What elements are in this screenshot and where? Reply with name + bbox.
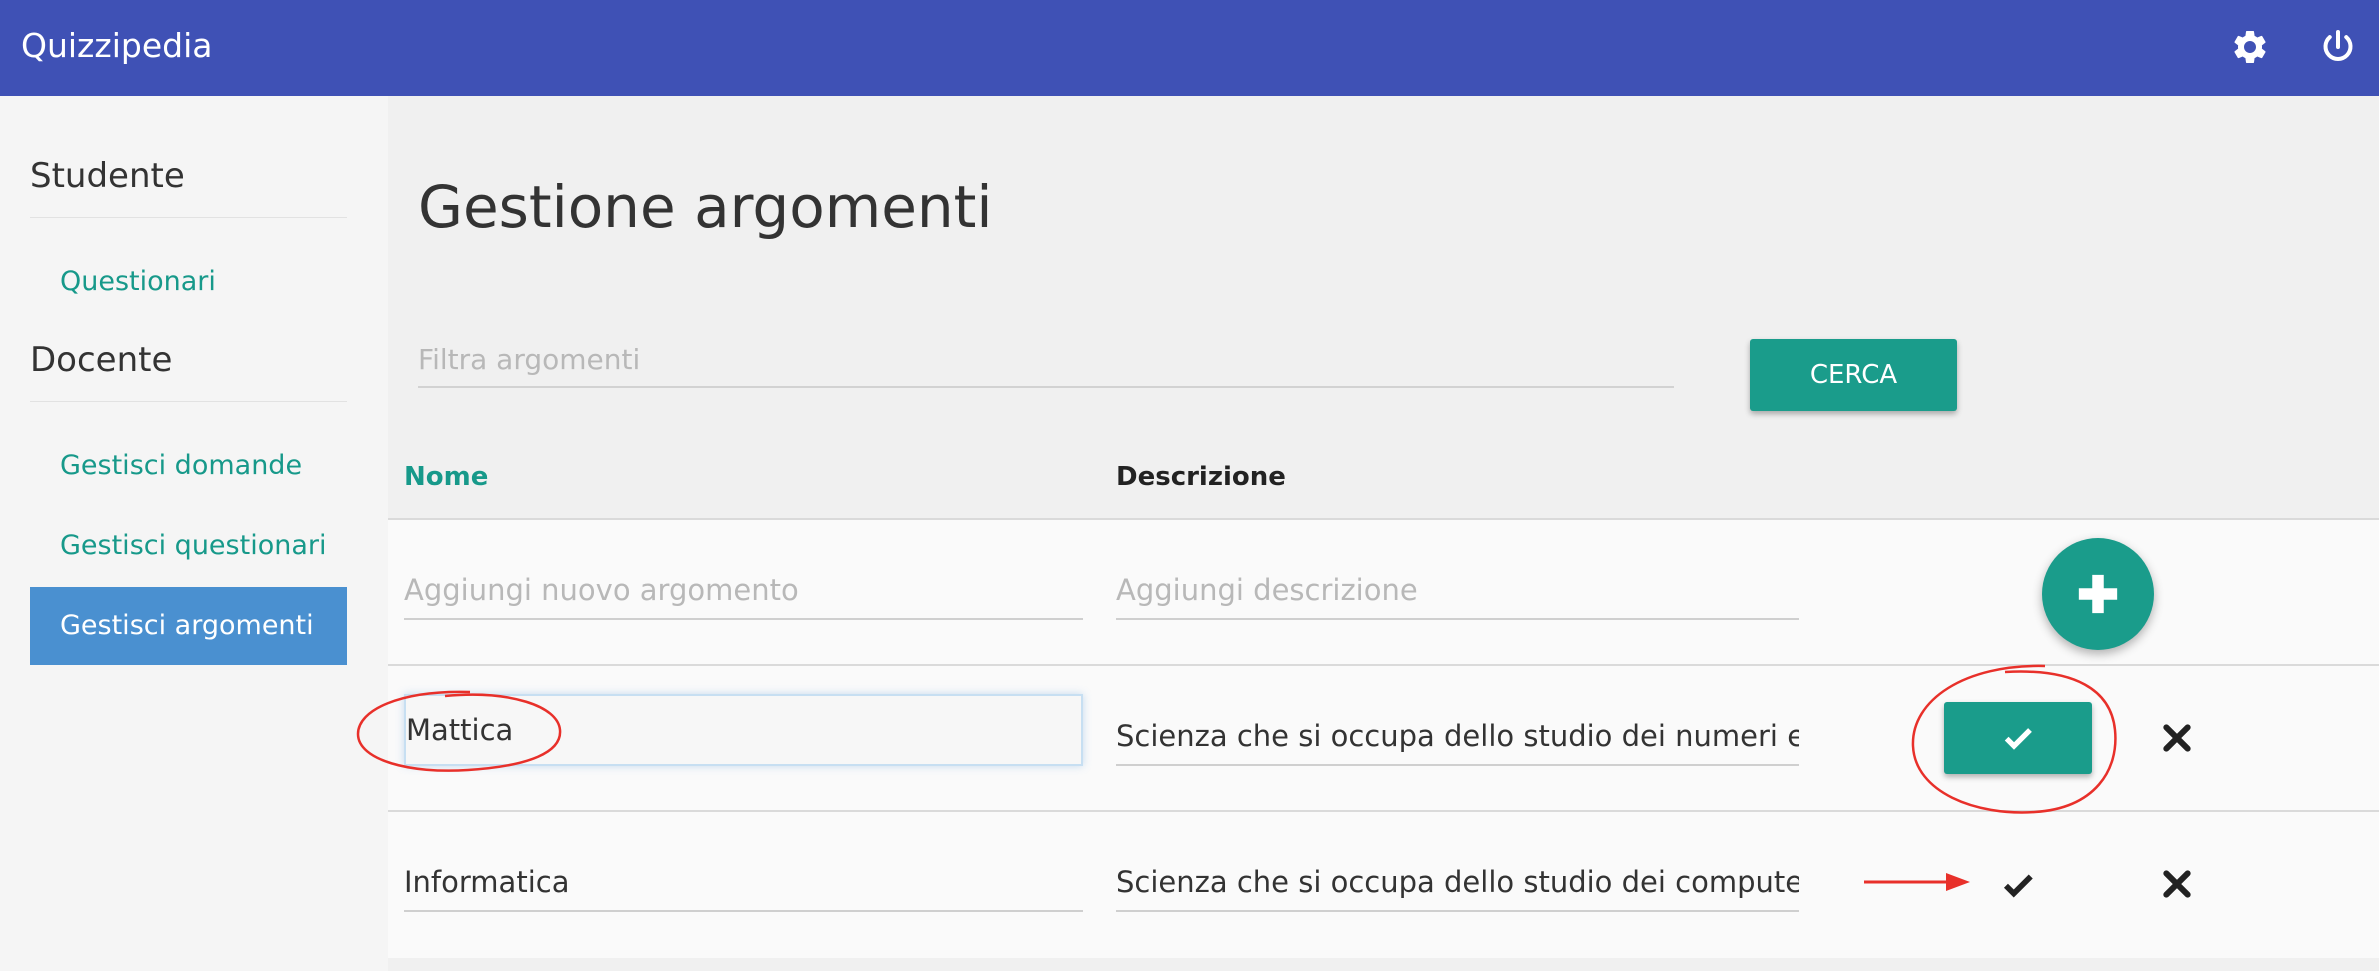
topic-name-input[interactable]: [404, 854, 1083, 912]
sidebar-item-gestisci-questionari[interactable]: Gestisci questionari: [30, 507, 347, 585]
app-title[interactable]: Quizzipedia: [21, 26, 212, 66]
column-header-nome[interactable]: Nome: [404, 462, 488, 492]
power-icon[interactable]: [2318, 27, 2358, 67]
confirm-edit-button[interactable]: [1944, 702, 2092, 774]
close-icon[interactable]: [2161, 868, 2193, 900]
sidebar-item-gestisci-domande[interactable]: Gestisci domande: [30, 427, 347, 505]
sidebar-divider: [30, 217, 347, 218]
sidebar-item-gestisci-argomenti[interactable]: Gestisci argomenti: [30, 587, 347, 665]
table-row: [388, 810, 2379, 958]
topic-name-input[interactable]: [404, 694, 1083, 766]
sidebar-section-docente: Docente: [30, 340, 173, 380]
sidebar-item-questionari[interactable]: Questionari: [30, 243, 347, 321]
topic-description-input[interactable]: [1116, 854, 1799, 912]
new-topic-description-input[interactable]: [1116, 562, 1799, 620]
column-header-descrizione: Descrizione: [1116, 462, 1286, 492]
plus-icon: [2078, 574, 2118, 614]
check-icon: [2004, 728, 2032, 750]
main-content: Gestione argomenti CERCA Nome Descrizion…: [388, 96, 2379, 971]
new-topic-row: [388, 518, 2379, 666]
check-icon[interactable]: [2001, 868, 2035, 902]
sidebar-section-studente: Studente: [30, 156, 185, 196]
sidebar: Studente Questionari Docente Gestisci do…: [0, 96, 388, 971]
close-icon[interactable]: [2161, 722, 2193, 754]
add-topic-button[interactable]: [2042, 538, 2154, 650]
gear-icon[interactable]: [2230, 27, 2270, 67]
page-title: Gestione argomenti: [418, 173, 993, 241]
sidebar-divider: [30, 401, 347, 402]
app-header: Quizzipedia: [0, 0, 2379, 96]
new-topic-name-input[interactable]: [404, 562, 1083, 620]
search-button[interactable]: CERCA: [1750, 339, 1957, 411]
table-row: [388, 664, 2379, 812]
filter-input[interactable]: [418, 332, 1674, 388]
topic-description-input[interactable]: [1116, 708, 1799, 766]
